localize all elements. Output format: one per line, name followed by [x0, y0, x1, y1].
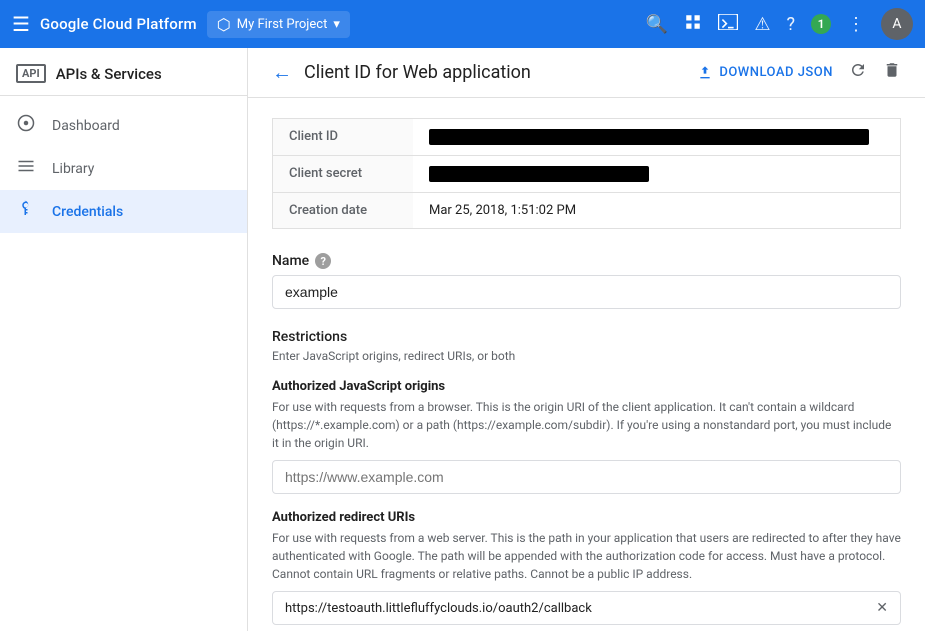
js-origins-block: Authorized JavaScript origins For use wi… [272, 379, 901, 494]
download-json-label: DOWNLOAD JSON [719, 65, 833, 80]
page-title: Client ID for Web application [304, 62, 685, 83]
name-input[interactable] [272, 275, 901, 309]
sidebar-item-dashboard[interactable]: Dashboard [0, 104, 247, 147]
download-json-button[interactable]: DOWNLOAD JSON [697, 65, 833, 81]
name-label-text: Name [272, 253, 309, 269]
library-icon [16, 157, 36, 180]
creation-date-value: Mar 25, 2018, 1:51:02 PM [413, 193, 900, 228]
name-help-icon[interactable]: ? [315, 253, 331, 269]
back-button[interactable]: ← [272, 60, 292, 85]
client-id-label: Client ID [273, 119, 413, 155]
sidebar-item-credentials-label: Credentials [52, 204, 123, 220]
project-name: My First Project [237, 17, 328, 32]
sidebar-title: APIs & Services [56, 65, 162, 83]
name-label: Name ? [272, 253, 901, 269]
project-chevron-icon: ▾ [333, 17, 340, 32]
sidebar-item-credentials[interactable]: Credentials [0, 190, 247, 233]
sidebar-header: API APIs & Services [0, 48, 247, 96]
redirect-uris-block: Authorized redirect URIs For use with re… [272, 510, 901, 631]
help-icon[interactable]: ? [786, 14, 795, 35]
client-secret-row: Client secret [273, 156, 900, 193]
more-icon[interactable]: ⋮ [847, 14, 865, 35]
top-navigation: ☰ Google Cloud Platform ⬡ My First Proje… [0, 0, 925, 48]
delete-icon[interactable] [883, 61, 901, 84]
search-icon[interactable]: 🔍 [646, 14, 668, 35]
client-secret-redacted [429, 166, 649, 182]
gcp-logo: Google Cloud Platform [40, 15, 197, 33]
api-badge: API [16, 64, 46, 83]
restrictions-section: Restrictions Enter JavaScript origins, r… [272, 329, 901, 631]
project-dots-icon: ⬡ [217, 15, 231, 34]
alert-icon[interactable]: ⚠ [754, 14, 770, 35]
redirect-uri-value: https://testoauth.littlefluffyclouds.io/… [285, 601, 592, 616]
client-id-row: Client ID [273, 119, 900, 156]
project-selector[interactable]: ⬡ My First Project ▾ [207, 11, 350, 38]
client-id-value [413, 119, 900, 155]
js-origins-input[interactable] [272, 460, 901, 494]
redirect-uris-desc: For use with requests from a web server.… [272, 529, 901, 583]
sidebar-item-dashboard-label: Dashboard [52, 118, 120, 134]
js-origins-desc: For use with requests from a browser. Th… [272, 398, 901, 452]
notification-badge[interactable]: 1 [811, 14, 831, 34]
name-field-group: Name ? [272, 253, 901, 309]
cloud-shell-icon[interactable] [718, 14, 738, 35]
products-icon[interactable] [684, 13, 702, 36]
credentials-icon [16, 200, 36, 223]
page-header: ← Client ID for Web application DOWNLOAD… [248, 48, 925, 98]
client-secret-label: Client secret [273, 156, 413, 192]
redirect-uris-title: Authorized redirect URIs [272, 510, 901, 525]
hamburger-icon[interactable]: ☰ [12, 12, 30, 36]
client-id-redacted [429, 129, 869, 145]
sidebar-item-library[interactable]: Library [0, 147, 247, 190]
dashboard-icon [16, 114, 36, 137]
restrictions-title: Restrictions [272, 329, 901, 345]
redirect-uri-tag: https://testoauth.littlefluffyclouds.io/… [272, 591, 901, 625]
creation-date-row: Creation date Mar 25, 2018, 1:51:02 PM [273, 193, 900, 228]
refresh-icon[interactable] [849, 61, 867, 84]
header-actions: DOWNLOAD JSON [697, 61, 901, 84]
js-origins-title: Authorized JavaScript origins [272, 379, 901, 394]
client-secret-value [413, 156, 900, 192]
form-content: Client ID Client secret Creation date Ma… [248, 98, 925, 631]
info-table: Client ID Client secret Creation date Ma… [272, 118, 901, 229]
redirect-uri-remove-button[interactable]: ✕ [876, 600, 888, 616]
app-layout: API APIs & Services Dashboard Library [0, 48, 925, 631]
creation-date-label: Creation date [273, 193, 413, 228]
sidebar-item-library-label: Library [52, 161, 94, 177]
sidebar-nav: Dashboard Library Credentials [0, 96, 247, 233]
restrictions-desc: Enter JavaScript origins, redirect URIs,… [272, 349, 901, 363]
main-content: ← Client ID for Web application DOWNLOAD… [248, 48, 925, 631]
avatar[interactable]: A [881, 8, 913, 40]
sidebar: API APIs & Services Dashboard Library [0, 48, 248, 631]
